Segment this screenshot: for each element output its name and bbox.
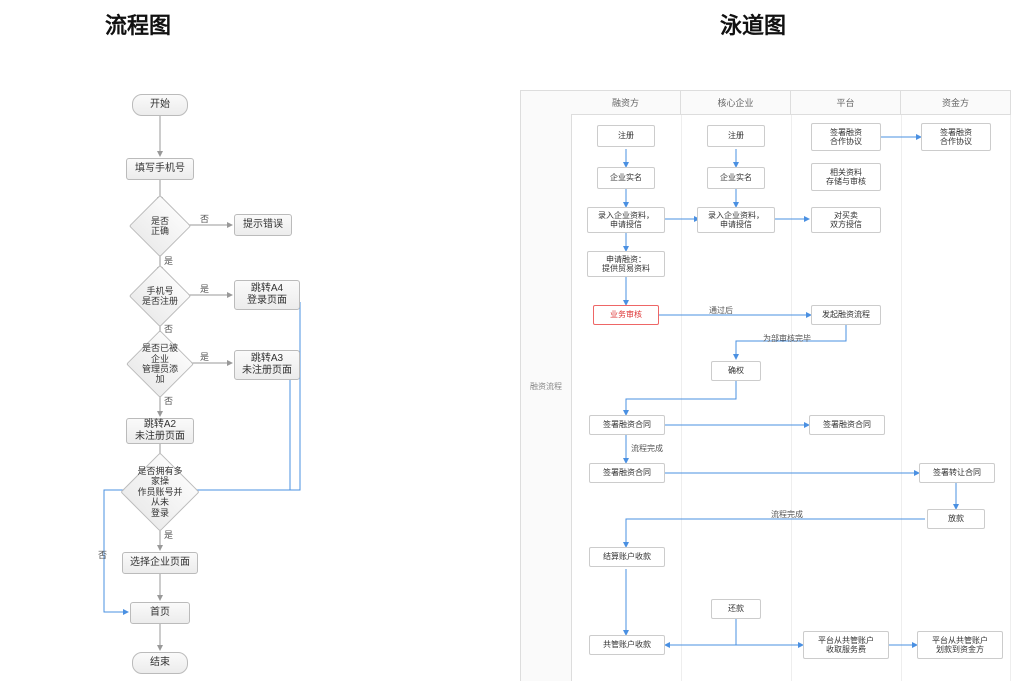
r12c4: 平台从共管账户划款到资金方 [917,631,1003,659]
lbl-no-3: 否 [164,394,173,407]
lbl-no-4: 否 [98,548,107,561]
fc-tip-error: 提示错误 [234,214,292,236]
r2c3: 相关资料存储与审核 [811,163,881,191]
r5c3: 发起融资流程 [811,305,881,325]
r1c4: 签署融资合作协议 [921,123,991,151]
lbl-yes-2: 是 [200,282,209,295]
lane-1: 融资方 [571,91,681,115]
r4c1: 申请融资：提供贸易资料 [587,251,665,277]
fc-d-registered: 手机号是否注册 [138,274,182,318]
r3c1: 录入企业资料，申请授信 [587,207,665,233]
fc-a3: 跳转A3未注册页面 [234,350,300,380]
r1c2: 注册 [707,125,765,147]
fc-end: 结束 [132,652,188,674]
r2c1: 企业实名 [597,167,655,189]
r1c1: 注册 [597,125,655,147]
r3c3: 对买卖双方授信 [811,207,881,233]
fc-d-correct: 是否正确 [138,204,182,248]
r5c1: 业务审核 [593,305,659,325]
r7c1: 签署融资合同 [589,415,665,435]
r12c1: 共管账户收款 [589,635,665,655]
r10c1: 结算账户收款 [589,547,665,567]
lbl-no-2: 否 [164,322,173,335]
fc-home: 首页 [130,602,190,624]
r6c2: 确权 [711,361,761,381]
r7c3: 签署融资合同 [809,415,885,435]
lbl-yes-3: 是 [200,350,209,363]
lane-3: 平台 [791,91,901,115]
r9c4: 放款 [927,509,985,529]
r12c3: 平台从共管账户收取服务费 [803,631,889,659]
lane-4: 资金方 [901,91,1011,115]
swimlane: 融资流程 融资方 核心企业 平台 资金方 [520,90,1011,681]
lbl-yes-1: 是 [164,254,173,267]
fc-select: 选择企业页面 [122,552,198,574]
lbl-yes-4: 是 [164,528,173,541]
lane-2: 核心企业 [681,91,791,115]
fc-a4: 跳转A4登录页面 [234,280,300,310]
title-flowchart: 流程图 [105,8,171,40]
fc-a2: 跳转A2未注册页面 [126,418,194,444]
lbl-no-1: 否 [200,212,209,225]
r9edge: 流程完成 [771,509,803,520]
r2c2: 企业实名 [707,167,765,189]
r5edge2: 为部审核完毕 [763,333,811,344]
fc-d-multi: 是否拥有多家操作员账号并从未登录 [132,464,188,520]
fc-d-added: 是否已被企业管理员添加 [136,340,184,388]
r5edge: 通过后 [709,305,733,316]
r1c3: 签署融资合作协议 [811,123,881,151]
fc-phone: 填写手机号 [126,158,194,180]
r8c4: 签署转让合同 [919,463,995,483]
title-swimlane: 泳道图 [720,8,786,40]
sw-body: 注册 注册 签署融资合作协议 签署融资合作协议 企业实名 企业实名 相关资料存储… [571,115,1011,681]
page: 流程图 泳道图 开始 填写手机号 是否正确 提示错误 手机号是否注册 跳转A4登… [0,0,1022,688]
r8c1: 签署融资合同 [589,463,665,483]
fc-start: 开始 [132,94,188,116]
r7edge: 流程完成 [631,443,663,454]
sw-side: 融资流程 [521,91,572,681]
sw-head: 融资方 核心企业 平台 资金方 [571,91,1011,115]
r3c2: 录入企业资料，申请授信 [697,207,775,233]
r11c2: 还款 [711,599,761,619]
